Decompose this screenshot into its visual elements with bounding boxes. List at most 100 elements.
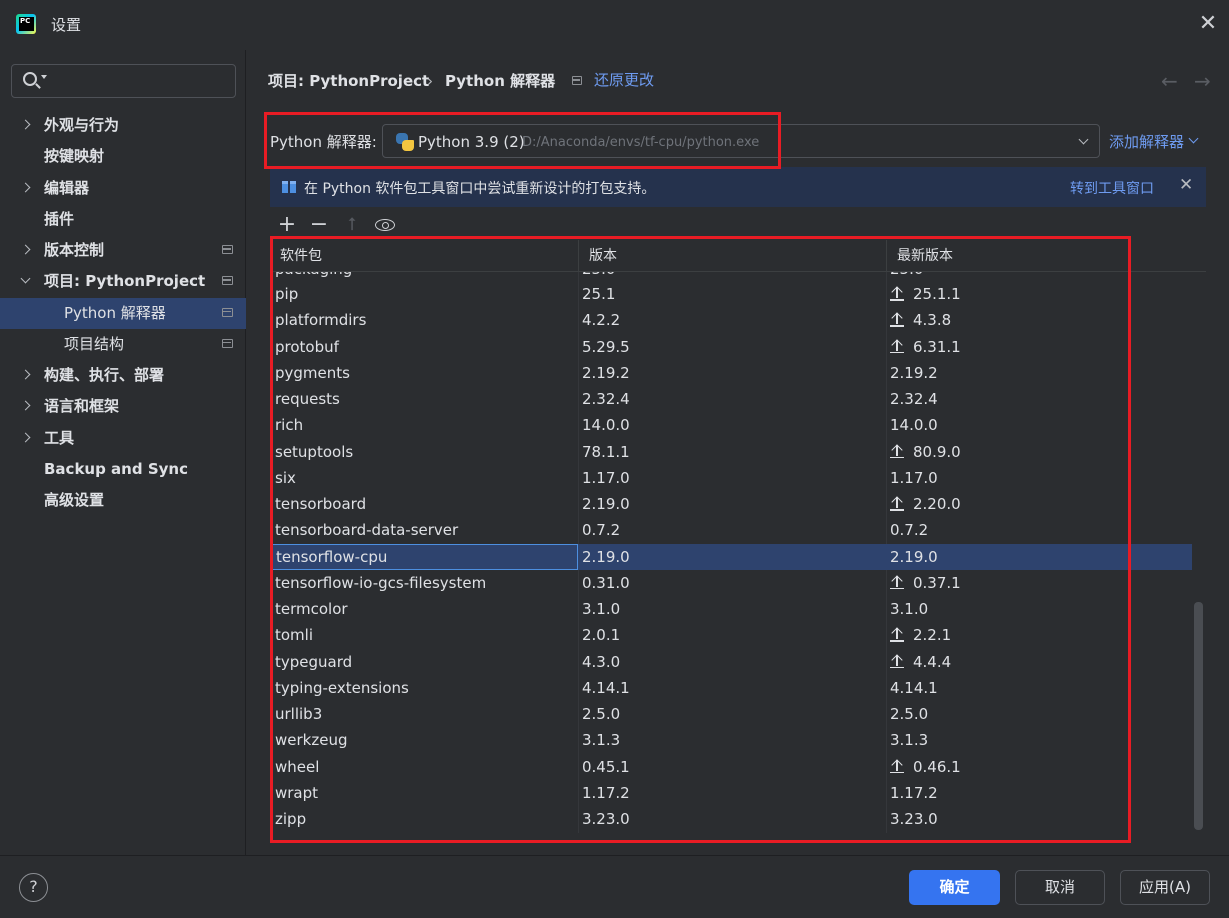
gift-icon	[282, 179, 296, 193]
table-row[interactable]: tensorflow-io-gcs-filesystem 0.31.0 0.37.1	[270, 570, 1192, 596]
package-table: 软件包 版本 最新版本 packaging25.025.0pip25.125.1…	[270, 240, 1206, 833]
table-row[interactable]: tomli 2.0.1 2.2.1	[270, 622, 1192, 648]
table-row[interactable]: typeguard 4.3.0 4.4.4	[270, 649, 1192, 675]
close-icon[interactable]: ✕	[1194, 10, 1222, 38]
package-name-cell: tensorflow-io-gcs-filesystem	[275, 573, 487, 592]
remove-package-button[interactable]: −	[307, 213, 331, 237]
search-options-chevron-icon[interactable]	[41, 75, 47, 79]
table-row[interactable]: protobuf 5.29.5 6.31.1	[270, 334, 1192, 360]
help-button[interactable]: ?	[19, 873, 48, 902]
upgrade-package-button[interactable]: ⭡	[340, 213, 364, 237]
table-row[interactable]: tensorboard 2.19.0 2.20.0	[270, 491, 1192, 517]
latest-version-text: 0.37.1	[913, 573, 961, 592]
latest-version-text: 0.46.1	[913, 757, 961, 776]
sidebar-item-高级设置[interactable]: 高级设置	[0, 485, 246, 516]
table-row[interactable]: platformdirs 4.2.2 4.3.8	[270, 307, 1192, 333]
table-row[interactable]: wrapt 1.17.2 1.17.2	[270, 780, 1192, 806]
version-cell: 78.1.1	[582, 442, 630, 461]
settings-search-input[interactable]	[52, 69, 232, 93]
table-row[interactable]: termcolor 3.1.0 3.1.0	[270, 596, 1192, 622]
chevron-right-icon[interactable]	[20, 432, 31, 442]
apply-button[interactable]: 应用(A)	[1120, 870, 1210, 905]
chevron-right-icon[interactable]	[20, 369, 31, 380]
reset-changes-link[interactable]: 还原更改	[594, 70, 654, 90]
interpreter-dropdown[interactable]: Python 3.9 (2) D:/Anaconda/envs/tf-cpu/p…	[382, 124, 1100, 158]
chevron-right-icon[interactable]	[20, 244, 31, 255]
upgrade-available-icon	[890, 311, 904, 327]
column-header-package[interactable]: 软件包	[270, 240, 322, 272]
sidebar-item-外观与行为[interactable]: 外观与行为	[0, 110, 246, 141]
ok-button[interactable]: 确定	[909, 870, 1000, 905]
project-scope-icon	[222, 245, 233, 254]
chevron-down-icon[interactable]	[20, 273, 31, 284]
add-interpreter-link[interactable]: 添加解释器	[1109, 131, 1184, 152]
package-name-cell: wheel	[275, 757, 320, 776]
table-row[interactable]: werkzeug 3.1.3 3.1.3	[270, 727, 1192, 753]
packaging-tip-banner: 在 Python 软件包工具窗口中尝试重新设计的打包支持。 转到工具窗口 ✕	[270, 167, 1206, 207]
add-interpreter-chevron-icon[interactable]	[1188, 133, 1199, 144]
banner-close-icon[interactable]: ✕	[1179, 175, 1193, 195]
version-cell: 2.5.0	[582, 705, 621, 723]
table-row[interactable]: typing-extensions 4.14.1 4.14.1	[270, 675, 1192, 701]
chevron-right-icon[interactable]	[20, 182, 31, 192]
eye-icon[interactable]	[375, 219, 395, 231]
table-row[interactable]: rich 14.0.0 14.0.0	[270, 412, 1192, 438]
column-header-latest-version[interactable]: 最新版本	[887, 240, 953, 272]
back-arrow-icon[interactable]: ←	[1161, 71, 1178, 91]
sidebar-item-编辑器[interactable]: 编辑器	[0, 173, 246, 204]
cancel-button[interactable]: 取消	[1015, 870, 1105, 905]
sidebar-item-按键映射[interactable]: 按键映射	[0, 141, 246, 172]
table-row[interactable]: zipp 3.23.0 3.23.0	[270, 806, 1192, 832]
chevron-down-icon[interactable]	[1078, 134, 1089, 145]
sidebar-item-python-解释器[interactable]: Python 解释器	[0, 297, 246, 329]
table-row[interactable]: tensorflow-cpu 2.19.0 2.19.0	[270, 543, 1192, 570]
table-row[interactable]: pip 25.1 25.1.1	[270, 281, 1192, 307]
table-row[interactable]: wheel 0.45.1 0.46.1	[270, 754, 1192, 780]
table-row[interactable]: setuptools 78.1.1 80.9.0	[270, 439, 1192, 465]
table-row[interactable]: urllib3 2.5.0 2.5.0	[270, 701, 1192, 727]
add-package-button[interactable]: +	[275, 213, 299, 237]
window-title: 设置	[51, 16, 82, 34]
chevron-right-icon[interactable]	[20, 400, 31, 411]
version-cell: 14.0.0	[582, 416, 630, 435]
latest-version-text: 2.2.1	[913, 626, 952, 645]
latest-version-text: 4.3.8	[913, 311, 952, 330]
version-cell: 3.1.0	[582, 600, 621, 618]
settings-search-box[interactable]	[11, 64, 236, 98]
scrollbar-thumb[interactable]	[1194, 602, 1203, 830]
sidebar-item-label: 构建、执行、部署	[44, 366, 165, 384]
sidebar-item-项目结构[interactable]: 项目结构	[0, 329, 246, 360]
sidebar-item-插件[interactable]: 插件	[0, 204, 246, 235]
package-name-cell: rich	[275, 416, 304, 435]
table-row[interactable]: requests 2.32.4 2.32.4	[270, 386, 1192, 412]
interpreter-label: Python 解释器:	[270, 133, 377, 151]
latest-version-cell: 2.5.0	[890, 705, 929, 723]
latest-version-cell: 2.19.0	[890, 547, 938, 566]
package-name-cell: wrapt	[275, 783, 319, 802]
version-cell: 4.3.0	[582, 652, 621, 671]
sidebar-item-项目-pythonproject[interactable]: 项目: PythonProject	[0, 266, 246, 297]
sidebar-item-语言和框架[interactable]: 语言和框架	[0, 391, 246, 422]
go-to-tool-window-link[interactable]: 转到工具窗口	[1070, 178, 1154, 198]
package-name-cell: tensorboard	[275, 495, 367, 513]
forward-arrow-icon[interactable]: →	[1194, 71, 1211, 91]
sidebar-item-版本控制[interactable]: 版本控制	[0, 235, 246, 266]
sidebar-item-label: 插件	[44, 209, 75, 228]
upgrade-available-icon	[890, 758, 904, 774]
sidebar-item-backup-and-sync[interactable]: Backup and Sync	[0, 454, 246, 485]
table-row[interactable]: six 1.17.0 1.17.0	[270, 465, 1192, 491]
sidebar-item-工具[interactable]: 工具	[0, 423, 246, 454]
chevron-right-icon[interactable]	[20, 119, 31, 130]
latest-version-cell: 1.17.2	[890, 783, 938, 802]
breadcrumb-project[interactable]: 项目: PythonProject	[268, 70, 429, 92]
sidebar-item-构建-执行-部署[interactable]: 构建、执行、部署	[0, 360, 246, 391]
column-header-version[interactable]: 版本	[579, 240, 617, 272]
table-row[interactable]: pygments 2.19.2 2.19.2	[270, 360, 1192, 386]
package-name-cell: werkzeug	[275, 731, 348, 750]
table-row[interactable]: tensorboard-data-server 0.7.2 0.7.2	[270, 517, 1192, 543]
latest-version-cell: 3.23.0	[890, 810, 938, 828]
version-cell: 4.2.2	[582, 311, 621, 330]
latest-version-cell: 25.1.1	[890, 281, 1190, 307]
sidebar-item-label: 语言和框架	[44, 397, 120, 416]
page-title: Python 解释器	[445, 72, 556, 90]
